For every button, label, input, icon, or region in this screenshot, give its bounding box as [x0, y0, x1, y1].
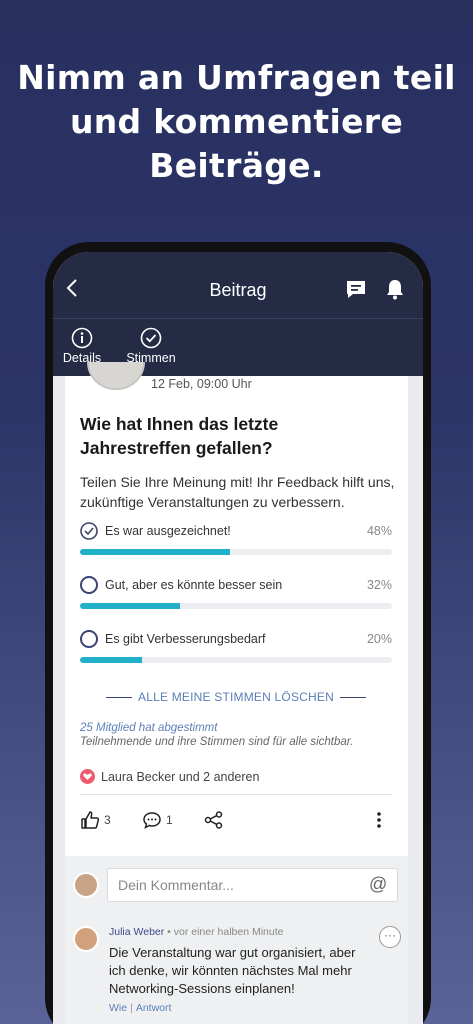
checked-circle-icon	[80, 522, 98, 540]
current-user-avatar	[73, 872, 99, 898]
poll-option-fill	[80, 603, 180, 609]
poll-option[interactable]: Es war ausgezeichnet! 48%	[80, 522, 392, 558]
clear-votes-button[interactable]: ALLE MEINE STIMMEN LÖSCHEN	[80, 690, 392, 704]
chat-icon[interactable]	[345, 280, 367, 305]
poll-option-label: Gut, aber es könnte besser sein	[105, 578, 283, 592]
poll-option[interactable]: Gut, aber es könnte besser sein 32%	[80, 576, 392, 612]
poll-option-track	[80, 549, 392, 555]
comment-more-button[interactable]: ···	[379, 926, 401, 948]
heart-icon	[80, 769, 95, 784]
author-avatar[interactable]	[87, 362, 145, 390]
poll-option-track	[80, 603, 392, 609]
poll-option-track	[80, 657, 392, 663]
post-actions: 3 1	[80, 810, 392, 834]
link-separator: |	[130, 1002, 133, 1014]
likes-summary[interactable]: Laura Becker und 2 anderen	[80, 769, 259, 784]
phone-screen: Beitrag Details Stimmen 12 Feb, 09:00 Uh…	[53, 252, 423, 1024]
comment-like-link[interactable]: Wie	[109, 1002, 127, 1014]
comment-count: 1	[166, 813, 173, 827]
comment-input[interactable]: Dein Kommentar...	[107, 868, 398, 902]
page-title: Beitrag	[209, 280, 267, 300]
voted-count[interactable]: 25 Mitglied hat abgestimmt	[80, 722, 217, 734]
share-icon	[204, 811, 223, 829]
likes-text: Laura Becker und 2 anderen	[101, 770, 260, 784]
app-bar: Beitrag	[53, 252, 423, 318]
post-description: Teilen Sie Ihre Meinung mit! Ihr Feedbac…	[80, 474, 395, 510]
poll-option-percent: 48%	[366, 524, 392, 538]
radio-circle-icon	[80, 630, 98, 648]
mention-icon[interactable]: @	[369, 874, 387, 895]
check-circle-icon	[140, 327, 162, 349]
phone-frame: Beitrag Details Stimmen 12 Feb, 09:00 Uh…	[45, 242, 431, 1024]
info-icon	[71, 327, 93, 349]
comments-section: Dein Kommentar... @ Julia Weber • vor ei…	[65, 856, 408, 1024]
poll-option[interactable]: Es gibt Verbesserungsbedarf 20%	[80, 630, 392, 666]
comment-icon	[143, 812, 161, 829]
clear-votes-label: ALLE MEINE STIMMEN LÖSCHEN	[138, 690, 334, 704]
poll-option-percent: 32%	[366, 578, 392, 592]
comment-header: Julia Weber • vor einer halben Minute	[109, 926, 284, 938]
comment-text: Die Veranstaltung war gut organisiert, a…	[109, 945, 356, 996]
poll-option-percent: 20%	[366, 632, 392, 646]
visibility-note: Teilnehmende und ihre Stimmen sind für a…	[80, 736, 354, 748]
poll-option-fill	[80, 657, 143, 663]
comment-button[interactable]: 1	[142, 810, 173, 830]
post-date: 12 Feb, 09:00 Uhr	[151, 377, 252, 391]
divider-line	[339, 697, 366, 699]
comment-meta: • vor einer halben Minute	[164, 926, 284, 938]
comment-author[interactable]: Julia Weber	[109, 926, 164, 938]
thumbs-up-icon	[81, 811, 100, 829]
poll-option-fill	[80, 549, 230, 555]
tab-details[interactable]: Details	[57, 327, 107, 365]
post-card: 12 Feb, 09:00 Uhr Wie hat Ihnen das letz…	[65, 362, 408, 856]
commenter-avatar[interactable]	[73, 926, 99, 952]
poll-question: Wie hat Ihnen das letzte Jahrestreffen g…	[80, 414, 279, 458]
poll-option-label: Es gibt Verbesserungsbedarf	[105, 632, 266, 646]
bell-icon[interactable]	[385, 278, 405, 305]
radio-circle-icon	[80, 576, 98, 594]
comment-reply-link[interactable]: Antwort	[136, 1002, 172, 1014]
like-count: 3	[104, 813, 111, 827]
promo-headline: Nimm an Umfragen teil und kommentiere Be…	[17, 58, 456, 185]
more-vertical-icon	[377, 812, 381, 828]
divider-line	[106, 697, 133, 699]
tab-votes[interactable]: Stimmen	[123, 327, 179, 365]
poll-option-label: Es war ausgezeichnet!	[105, 524, 231, 538]
more-options-button[interactable]	[376, 810, 382, 830]
divider	[80, 794, 392, 795]
comment-links: Wie | Antwort	[109, 1002, 171, 1014]
like-button[interactable]: 3	[80, 810, 111, 830]
share-button[interactable]	[204, 810, 224, 830]
